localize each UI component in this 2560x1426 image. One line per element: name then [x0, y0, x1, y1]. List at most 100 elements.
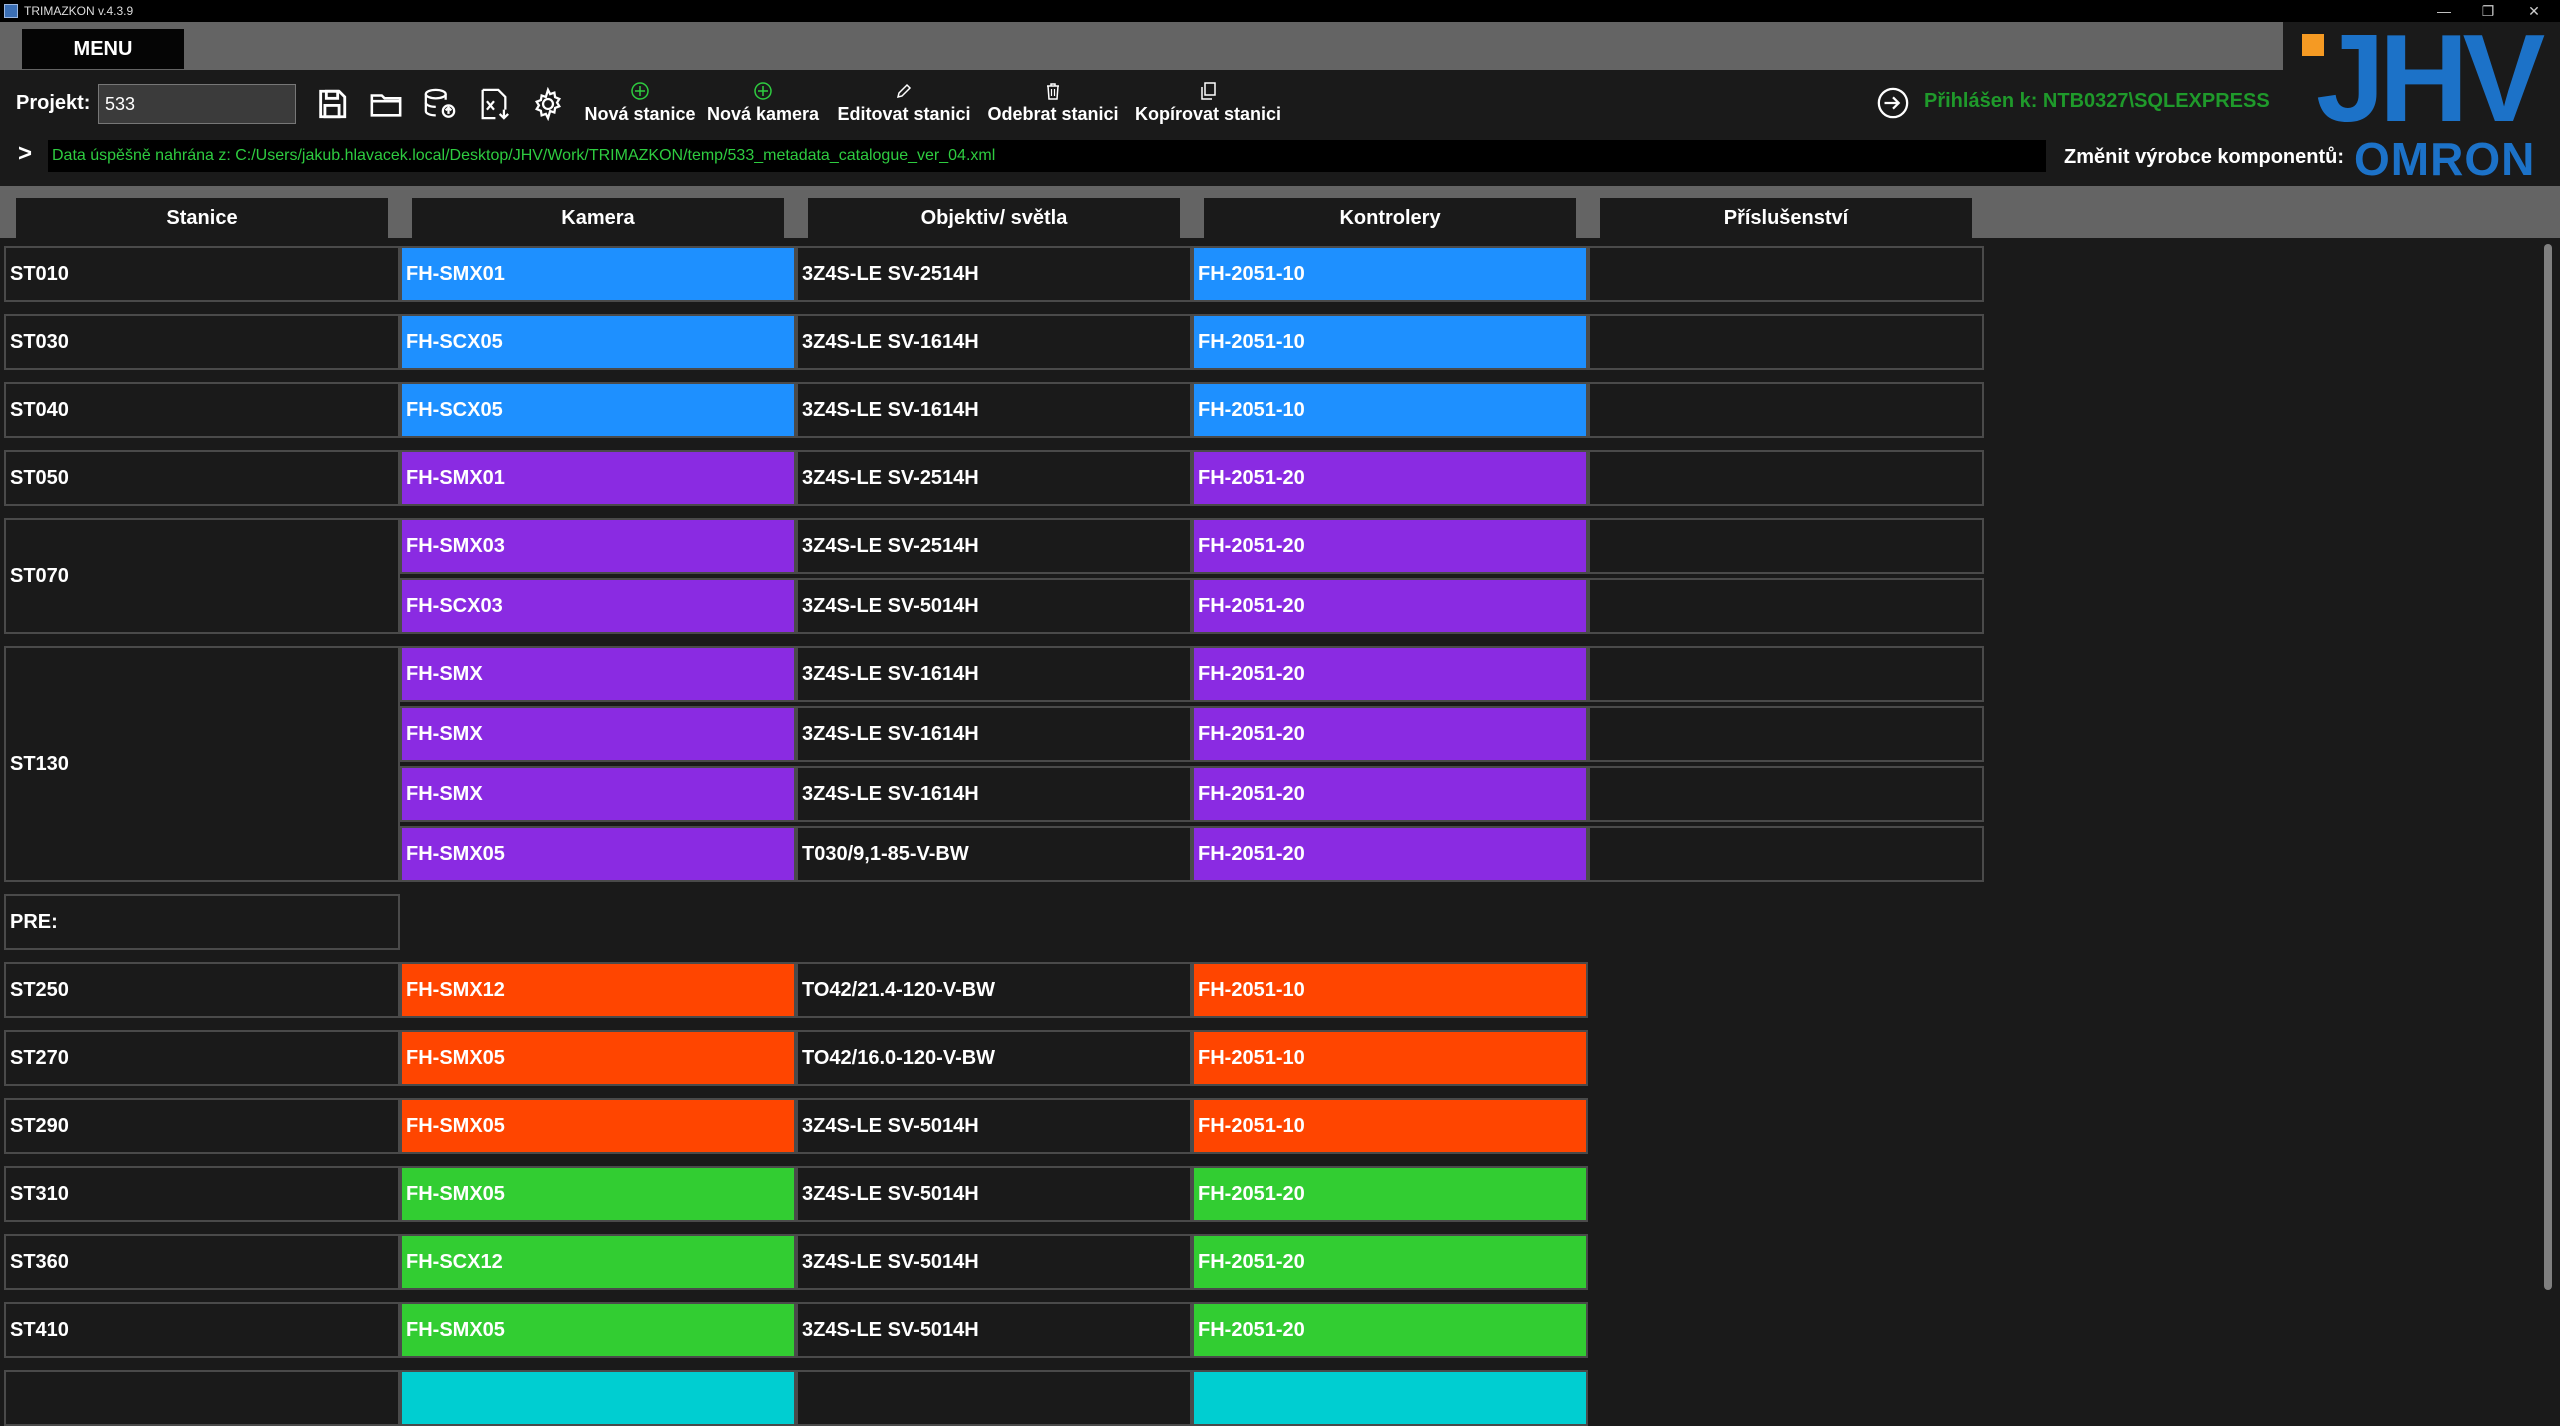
header-kamera[interactable]: Kamera: [412, 198, 784, 238]
header-objektiv[interactable]: Objektiv/ světla: [808, 198, 1180, 238]
save-icon[interactable]: [312, 84, 352, 124]
camera-cell[interactable]: FH-SMX01: [400, 246, 796, 302]
camera-cell[interactable]: FH-SCX12: [400, 1234, 796, 1290]
section-label[interactable]: PRE:: [4, 894, 400, 950]
header-kontrolery[interactable]: Kontrolery: [1204, 198, 1576, 238]
lens-cell[interactable]: 3Z4S-LE SV-1614H: [796, 646, 1192, 702]
vertical-scrollbar[interactable]: [2544, 244, 2552, 1290]
lens-cell[interactable]: [796, 1370, 1192, 1426]
camera-cell[interactable]: FH-SCX05: [400, 314, 796, 370]
lens-cell[interactable]: TO42/21.4-120-V-BW: [796, 962, 1192, 1018]
camera-cell[interactable]: FH-SMX05: [400, 1030, 796, 1086]
camera-cell[interactable]: FH-SMX: [400, 646, 796, 702]
remove-station-button[interactable]: Odebrat stanici: [986, 80, 1120, 128]
accessory-cell[interactable]: [1588, 518, 1984, 574]
camera-cell[interactable]: FH-SMX05: [400, 826, 796, 882]
camera-cell[interactable]: FH-SMX03: [400, 518, 796, 574]
lens-cell[interactable]: 3Z4S-LE SV-2514H: [796, 246, 1192, 302]
camera-cell[interactable]: FH-SCX03: [400, 578, 796, 634]
lens-cell[interactable]: 3Z4S-LE SV-5014H: [796, 1166, 1192, 1222]
camera-cell[interactable]: FH-SMX: [400, 766, 796, 822]
database-upload-icon[interactable]: [420, 84, 460, 124]
accessory-cell[interactable]: [1588, 706, 1984, 762]
new-station-button[interactable]: Nová stanice: [584, 80, 696, 128]
project-input[interactable]: [98, 84, 296, 124]
controller-cell[interactable]: [1192, 1370, 1588, 1426]
controller-cell[interactable]: FH-2051-20: [1192, 706, 1588, 762]
controller-cell[interactable]: FH-2051-10: [1192, 314, 1588, 370]
settings-gear-icon[interactable]: [528, 84, 568, 124]
accessory-cell[interactable]: [1588, 766, 1984, 822]
lens-cell[interactable]: TO42/16.0-120-V-BW: [796, 1030, 1192, 1086]
lens-cell[interactable]: 3Z4S-LE SV-2514H: [796, 518, 1192, 574]
edit-station-button[interactable]: Editovat stanici: [836, 80, 972, 128]
lens-cell[interactable]: 3Z4S-LE SV-5014H: [796, 1098, 1192, 1154]
lens-cell[interactable]: 3Z4S-LE SV-5014H: [796, 1302, 1192, 1358]
excel-export-icon[interactable]: [474, 84, 514, 124]
accessory-cell[interactable]: [1588, 646, 1984, 702]
accessory-cell[interactable]: [1588, 382, 1984, 438]
accessory-cell[interactable]: [1588, 826, 1984, 882]
station-cell[interactable]: ST290: [4, 1098, 400, 1154]
station-cell[interactable]: ST030: [4, 314, 400, 370]
station-cell[interactable]: ST130: [4, 646, 400, 882]
omron-logo-button[interactable]: OMRON: [2354, 132, 2535, 186]
login-icon[interactable]: [1876, 86, 1910, 120]
camera-cell[interactable]: FH-SMX01: [400, 450, 796, 506]
camera-cell[interactable]: [400, 1370, 796, 1426]
plus-circle-icon: [631, 82, 649, 100]
menu-button[interactable]: MENU: [22, 29, 184, 69]
camera-cell[interactable]: FH-SMX: [400, 706, 796, 762]
lens-cell[interactable]: 3Z4S-LE SV-5014H: [796, 578, 1192, 634]
controller-cell[interactable]: FH-2051-20: [1192, 826, 1588, 882]
controller-cell[interactable]: FH-2051-10: [1192, 962, 1588, 1018]
header-stanice[interactable]: Stanice: [16, 198, 388, 238]
lens-cell[interactable]: 3Z4S-LE SV-1614H: [796, 766, 1192, 822]
controller-cell[interactable]: FH-2051-10: [1192, 382, 1588, 438]
copy-station-button[interactable]: Kopírovat stanici: [1134, 80, 1282, 128]
new-camera-button[interactable]: Nová kamera: [706, 80, 820, 128]
login-status: Přihlášen k: NTB0327\SQLEXPRESS: [1924, 90, 2270, 112]
controller-cell[interactable]: FH-2051-20: [1192, 578, 1588, 634]
station-cell[interactable]: ST360: [4, 1234, 400, 1290]
controller-cell[interactable]: FH-2051-20: [1192, 1166, 1588, 1222]
station-cell[interactable]: ST270: [4, 1030, 400, 1086]
header-prislusenstvi[interactable]: Příslušenství: [1600, 198, 1972, 238]
accessory-cell[interactable]: [1588, 578, 1984, 634]
camera-cell[interactable]: FH-SMX05: [400, 1098, 796, 1154]
copy-station-label: Kopírovat stanici: [1134, 104, 1282, 124]
controller-cell[interactable]: FH-2051-20: [1192, 450, 1588, 506]
camera-cell[interactable]: FH-SMX05: [400, 1166, 796, 1222]
lens-cell[interactable]: 3Z4S-LE SV-1614H: [796, 382, 1192, 438]
station-cell[interactable]: ST050: [4, 450, 400, 506]
lens-cell[interactable]: 3Z4S-LE SV-2514H: [796, 450, 1192, 506]
controller-cell[interactable]: FH-2051-20: [1192, 766, 1588, 822]
station-cell[interactable]: ST040: [4, 382, 400, 438]
camera-cell[interactable]: FH-SCX05: [400, 382, 796, 438]
controller-cell[interactable]: FH-2051-10: [1192, 246, 1588, 302]
station-cell[interactable]: ST250: [4, 962, 400, 1018]
station-cell[interactable]: ST010: [4, 246, 400, 302]
station-cell[interactable]: [4, 1370, 400, 1426]
accessory-cell[interactable]: [1588, 314, 1984, 370]
accessory-cell[interactable]: [1588, 246, 1984, 302]
controller-cell[interactable]: FH-2051-20: [1192, 518, 1588, 574]
lens-cell[interactable]: 3Z4S-LE SV-5014H: [796, 1234, 1192, 1290]
open-folder-icon[interactable]: [366, 84, 406, 124]
camera-cell[interactable]: FH-SMX05: [400, 1302, 796, 1358]
station-cell[interactable]: ST310: [4, 1166, 400, 1222]
menu-band: [0, 22, 2283, 70]
controller-cell[interactable]: FH-2051-20: [1192, 646, 1588, 702]
station-cell[interactable]: ST070: [4, 518, 400, 634]
controller-cell[interactable]: FH-2051-20: [1192, 1302, 1588, 1358]
controller-cell[interactable]: FH-2051-10: [1192, 1098, 1588, 1154]
console-output: Data úspěšně nahrána z: C:/Users/jakub.h…: [48, 140, 2046, 172]
station-cell[interactable]: ST410: [4, 1302, 400, 1358]
lens-cell[interactable]: 3Z4S-LE SV-1614H: [796, 706, 1192, 762]
camera-cell[interactable]: FH-SMX12: [400, 962, 796, 1018]
accessory-cell[interactable]: [1588, 450, 1984, 506]
lens-cell[interactable]: T030/9,1-85-V-BW: [796, 826, 1192, 882]
lens-cell[interactable]: 3Z4S-LE SV-1614H: [796, 314, 1192, 370]
controller-cell[interactable]: FH-2051-20: [1192, 1234, 1588, 1290]
controller-cell[interactable]: FH-2051-10: [1192, 1030, 1588, 1086]
